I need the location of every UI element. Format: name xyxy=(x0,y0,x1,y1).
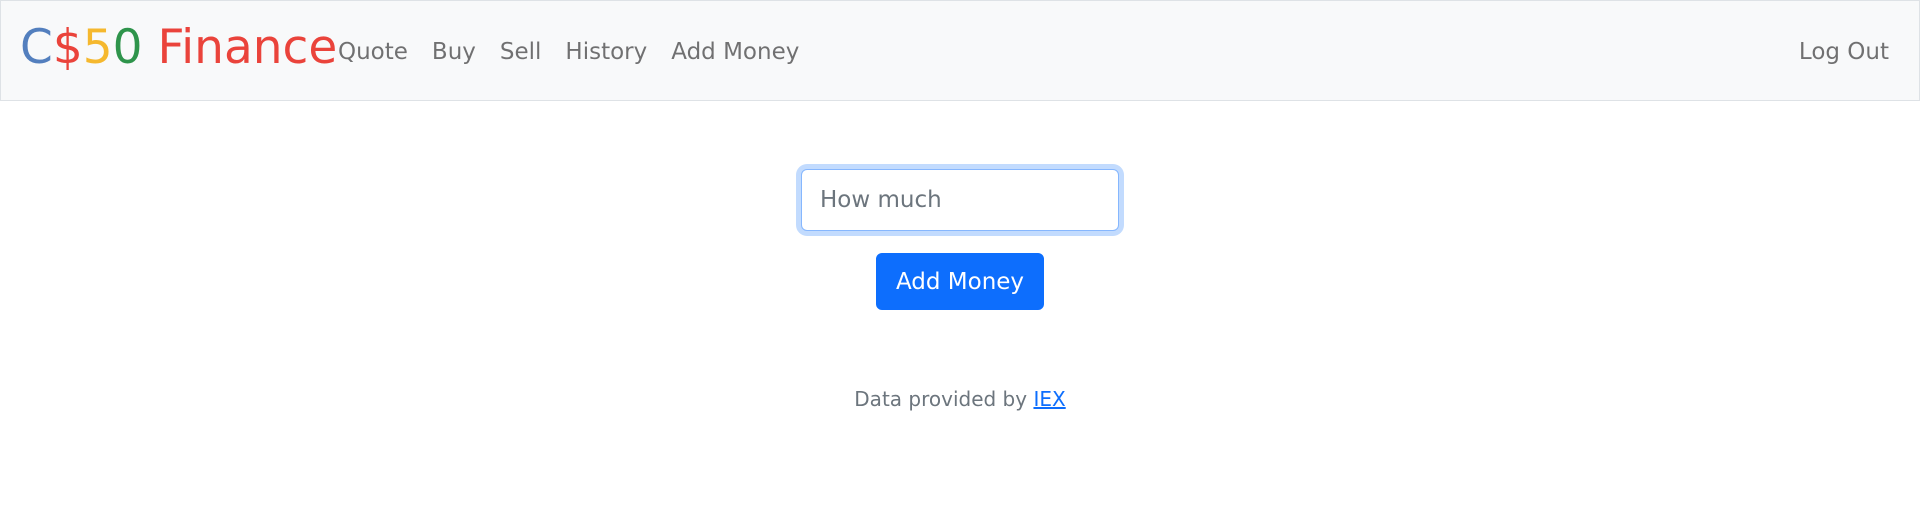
footer: Data provided by IEX xyxy=(0,385,1920,413)
nav-link-history[interactable]: History xyxy=(565,36,647,68)
brand-part-5: 5 xyxy=(82,20,113,75)
footer-text: Data provided by xyxy=(854,387,1034,411)
brand-part-0: 0 xyxy=(112,20,143,75)
nav-links: Quote Buy Sell History Add Money xyxy=(338,36,799,68)
brand-part-finance: Finance xyxy=(142,20,338,75)
amount-input[interactable] xyxy=(801,169,1119,231)
brand-part-c: C xyxy=(20,20,53,75)
nav-link-quote[interactable]: Quote xyxy=(338,36,408,68)
add-money-form: Add Money xyxy=(0,169,1920,310)
nav-link-add-money[interactable]: Add Money xyxy=(671,36,799,68)
add-money-button[interactable]: Add Money xyxy=(875,253,1045,310)
nav-link-buy[interactable]: Buy xyxy=(432,36,476,68)
nav-link-sell[interactable]: Sell xyxy=(500,36,542,68)
logout-link[interactable]: Log Out xyxy=(1799,36,1889,68)
navbar: C$50 Finance Quote Buy Sell History Add … xyxy=(0,0,1920,101)
brand-logo[interactable]: C$50 Finance xyxy=(20,16,337,80)
iex-link[interactable]: IEX xyxy=(1033,387,1065,411)
brand-part-dollar: $ xyxy=(52,20,83,75)
